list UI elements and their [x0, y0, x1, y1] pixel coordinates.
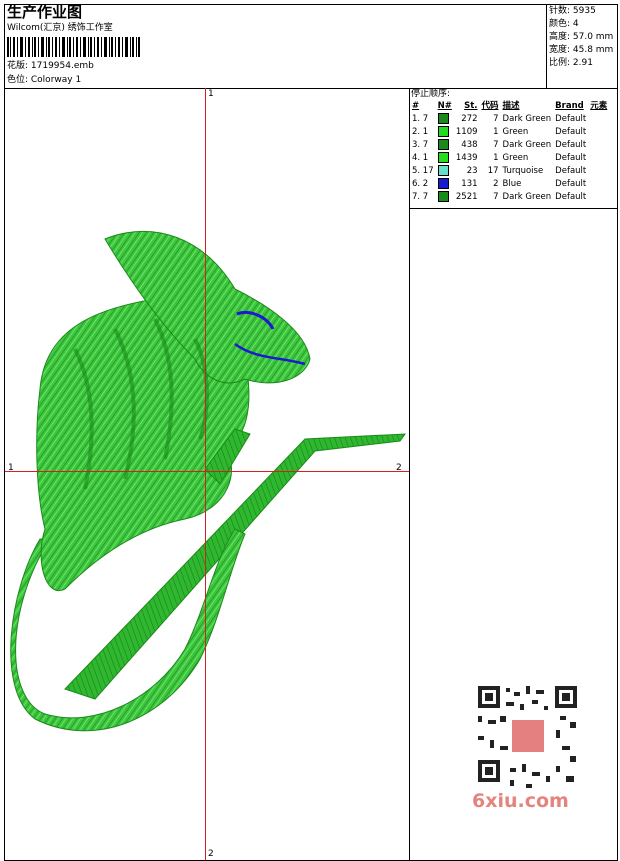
thread-description: Turquoise — [502, 166, 544, 176]
element — [588, 113, 609, 126]
element — [588, 139, 609, 152]
color-swatch-box — [437, 113, 449, 124]
color-swatch-box — [437, 152, 449, 163]
thread-brand: Default — [555, 114, 587, 124]
element — [588, 126, 609, 139]
thread-code: 17 — [487, 166, 499, 176]
stitch-count: 1439 — [455, 153, 478, 163]
axis-label-bottom: 2 — [208, 849, 214, 859]
thread-brand: Default — [555, 166, 587, 176]
table-row: 7. 7 2521 7 Dark Green Default — [410, 191, 609, 204]
qr-code — [470, 680, 585, 800]
table-header-row: # N# St. 代码 描述 Brand 元素 — [410, 100, 609, 113]
stats-divider — [546, 4, 547, 88]
row-number: 7. 7 — [412, 192, 429, 202]
thread-code: 1 — [493, 127, 499, 137]
axis-label-left: 1 — [8, 463, 14, 473]
row-number: 1. 7 — [412, 114, 429, 124]
watermark-text: 6xiu.com — [472, 790, 569, 812]
color-swatch — [436, 139, 454, 152]
stitch-count: 272 — [461, 114, 478, 124]
color-swatch-box — [437, 126, 449, 137]
thread-code: 7 — [493, 192, 499, 202]
table-row: 3. 7 438 7 Dark Green Default — [410, 139, 609, 152]
row-number: 4. 1 — [412, 153, 429, 163]
table-row: 2. 1 1109 1 Green Default — [410, 126, 609, 139]
color-swatch — [436, 126, 454, 139]
col-header-code: 代码 — [481, 101, 499, 111]
thread-description: Green — [502, 127, 529, 137]
color-swatch — [436, 165, 454, 178]
row-number: 3. 7 — [412, 140, 429, 150]
stat-colors: 颜色: 4 — [549, 19, 579, 29]
thread-brand: Default — [555, 179, 587, 189]
table-row: 4. 1 1439 1 Green Default — [410, 152, 609, 165]
stitch-count: 1109 — [455, 127, 478, 137]
color-swatch-box — [437, 165, 449, 176]
thread-description: Dark Green — [502, 114, 552, 124]
colorway: 色位: Colorway 1 — [7, 75, 82, 85]
element — [588, 178, 609, 191]
col-header-number: N# — [437, 101, 452, 111]
element — [588, 165, 609, 178]
stitch-count: 23 — [466, 166, 478, 176]
color-swatch — [436, 191, 454, 204]
element — [588, 152, 609, 165]
horizontal-axis — [5, 471, 409, 472]
page-title: 生产作业图 — [7, 3, 83, 21]
color-swatch-box — [437, 139, 449, 150]
barcode — [7, 37, 140, 57]
thread-description: Dark Green — [502, 192, 552, 202]
stitch-count: 438 — [461, 140, 478, 150]
thread-description: Blue — [502, 179, 522, 189]
color-swatch — [436, 152, 454, 165]
color-swatch — [436, 178, 454, 191]
col-header-index: # — [412, 101, 420, 111]
row-number: 5. 17 — [412, 166, 434, 176]
thread-brand: Default — [555, 127, 587, 137]
table-row: 1. 7 272 7 Dark Green Default — [410, 113, 609, 126]
stitch-count: 2521 — [455, 192, 478, 202]
stat-stitches: 针数: 5935 — [549, 6, 596, 16]
thread-brand: Default — [555, 153, 587, 163]
stop-sequence-table: # N# St. 代码 描述 Brand 元素 1. 7 272 7 Dark Gre… — [410, 100, 609, 204]
stat-ratio: 比例: 2.91 — [549, 58, 593, 68]
element — [588, 191, 609, 204]
stat-height: 高度: 57.0 mm — [549, 32, 614, 42]
thread-brand: Default — [555, 140, 587, 150]
axis-label-top: 1 — [208, 89, 214, 99]
thread-code: 7 — [493, 140, 499, 150]
col-header-brand: Brand — [555, 101, 584, 111]
vertical-axis — [205, 88, 206, 860]
stitch-count: 131 — [461, 179, 478, 189]
embroidery-design — [10, 230, 407, 732]
thread-brand: Default — [555, 192, 587, 202]
thread-code: 7 — [493, 114, 499, 124]
thread-code: 2 — [493, 179, 499, 189]
col-header-description: 描述 — [502, 101, 520, 111]
color-swatch-box — [437, 178, 449, 189]
col-header-stitches: St. — [464, 101, 478, 111]
thread-code: 1 — [493, 153, 499, 163]
row-number: 2. 1 — [412, 127, 429, 137]
col-header-element: 元素 — [590, 101, 608, 111]
company-name: Wilcom(汇京) 绣饰工作室 — [7, 23, 113, 33]
table-row: 5. 17 23 17 Turquoise Default — [410, 165, 609, 178]
design-file: 花版: 1719954.emb — [7, 61, 94, 71]
thread-description: Dark Green — [502, 140, 552, 150]
thread-description: Green — [502, 153, 529, 163]
table-divider — [409, 208, 618, 209]
color-swatch-box — [437, 191, 449, 202]
sequence-title: 停止顺序: — [411, 89, 451, 99]
stat-width: 宽度: 45.8 mm — [549, 45, 614, 55]
table-row: 6. 2 131 2 Blue Default — [410, 178, 609, 191]
axis-label-right: 2 — [396, 463, 402, 473]
row-number: 6. 2 — [412, 179, 429, 189]
color-swatch — [436, 113, 454, 126]
